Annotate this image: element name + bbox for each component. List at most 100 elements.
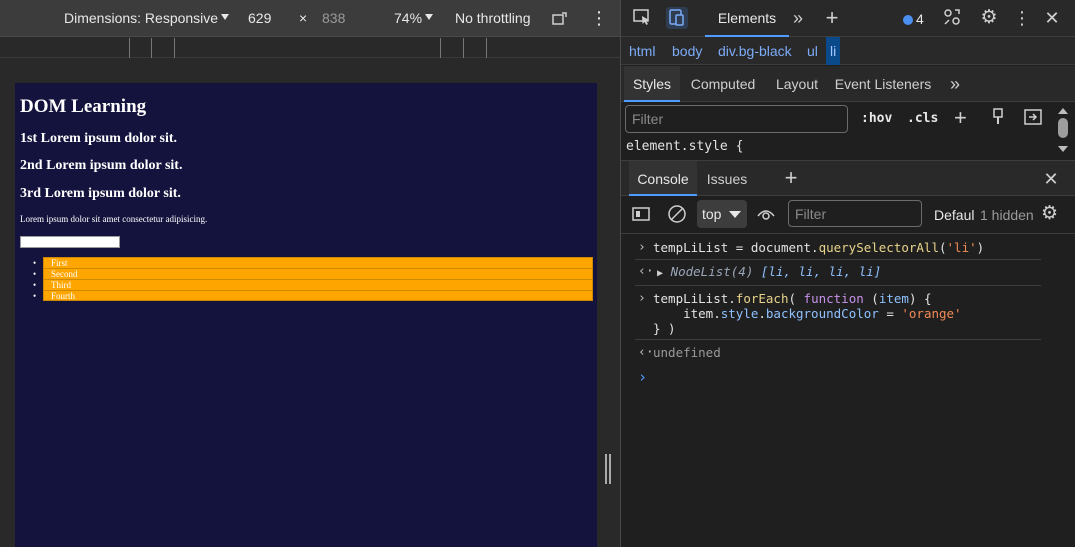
zoom-label: 74% (394, 10, 423, 26)
sidebar-toggle-icon[interactable] (632, 206, 650, 225)
eye-icon[interactable] (756, 206, 776, 225)
close-drawer-icon[interactable]: ✕ (1039, 161, 1063, 196)
list-item: Second (33, 268, 593, 279)
chevron-down-icon (425, 14, 434, 20)
tab-event-listeners[interactable]: Event Listeners (833, 66, 933, 102)
clear-console-icon[interactable] (667, 204, 687, 227)
gear-icon[interactable]: ⚙ (1041, 202, 1058, 225)
inspect-element-icon[interactable] (631, 7, 653, 29)
breadcrumb-ul[interactable]: ul (803, 37, 822, 65)
dimensions-dropdown[interactable]: Dimensions: Responsive (64, 0, 230, 37)
tab-styles[interactable]: Styles (624, 66, 680, 102)
console-prompt-icon[interactable]: › (638, 368, 647, 386)
heading-3: 3rd Lorem ipsum dolor sit. (20, 186, 181, 201)
more-options-icon[interactable]: ⋮ (590, 0, 608, 37)
device-toolbar: Dimensions: Responsive 629 × 838 74% No … (0, 0, 620, 37)
issues-badge[interactable]: 4 (903, 11, 924, 27)
console-input-line[interactable]: item.style.backgroundColor = 'orange' (653, 306, 962, 321)
console-output-line[interactable]: ▶ NodeList(4) [li, li, li, li] (657, 264, 881, 279)
close-icon[interactable]: ✕ (1041, 7, 1063, 29)
throttling-dropdown[interactable]: No throttling (455, 0, 530, 37)
heading-1: 1st Lorem ipsum dolor sit. (20, 131, 177, 146)
list-item: First (33, 257, 593, 268)
console-input-line[interactable]: tempLiList.forEach( function (item) { (653, 291, 932, 306)
gear-icon[interactable]: ⚙ (978, 7, 1000, 29)
ruler-tick (440, 38, 441, 58)
expand-triangle-icon[interactable]: ▶ (657, 268, 663, 279)
context-label: top (702, 206, 722, 222)
breadcrumb-li[interactable]: li (826, 37, 841, 65)
height-input[interactable]: 838 (322, 0, 345, 37)
context-select[interactable]: top (697, 200, 747, 228)
more-tabs-icon[interactable]: » (943, 66, 967, 102)
hov-toggle[interactable]: :hov (861, 111, 892, 126)
tab-console[interactable]: Console (629, 161, 697, 196)
list-item: Fourth (33, 290, 593, 301)
issues-count: 4 (916, 11, 924, 27)
console-filter-input[interactable]: Filter (788, 200, 922, 227)
breadcrumb-body[interactable]: body (668, 37, 706, 65)
console-output: › tempLiList = document.querySelectorAll… (621, 235, 1075, 547)
tab-computed[interactable]: Computed (685, 66, 761, 102)
drawer-tabbar: Console Issues + ✕ (621, 160, 1075, 196)
ruler-tick (486, 38, 487, 58)
divider (635, 339, 1041, 340)
input-prompt-icon: › (638, 291, 646, 306)
heading-2: 2nd Lorem ipsum dolor sit. (20, 158, 183, 173)
console-input-line[interactable]: } ) (653, 321, 676, 336)
ruler-tick (174, 38, 175, 58)
input-prompt-icon: › (638, 240, 646, 255)
device-emulation-pane: Dimensions: Responsive 629 × 838 74% No … (0, 0, 620, 547)
chevron-down-icon (729, 211, 741, 218)
divider (635, 285, 1041, 286)
cls-toggle[interactable]: .cls (907, 111, 938, 126)
page-paragraph: Lorem ipsum dolor sit amet consectetur a… (20, 214, 208, 224)
breadcrumb: html body div.bg-black ul li (621, 37, 1075, 65)
message-icon (903, 15, 913, 25)
dimensions-label: Dimensions: Responsive (64, 10, 219, 26)
console-output-line: undefined (653, 345, 721, 360)
styles-filter-row: Filter :hov .cls + (621, 103, 1075, 136)
width-input[interactable]: 629 (248, 0, 271, 37)
page-title: DOM Learning (20, 96, 147, 117)
styles-scrollbar[interactable] (1056, 106, 1070, 158)
resize-handle[interactable] (605, 454, 611, 484)
zoom-dropdown[interactable]: 74% (394, 0, 434, 37)
times-icon: × (299, 10, 308, 26)
styles-filter-input[interactable]: Filter (625, 105, 848, 133)
page-text-input[interactable] (20, 236, 120, 248)
ruler-tick (463, 38, 464, 58)
tab-issues[interactable]: Issues (703, 161, 751, 196)
chevron-down-icon (221, 14, 230, 20)
sidebar-toggle-icon[interactable] (1024, 109, 1042, 128)
styles-tabbar: Styles Computed Layout Event Listeners » (621, 66, 1075, 102)
element-style-rule[interactable]: element.style { (626, 139, 743, 154)
tab-elements[interactable]: Elements (705, 0, 789, 37)
more-options-icon[interactable]: ⋮ (1011, 7, 1033, 29)
list-item: Third (33, 279, 593, 290)
ruler-tick (151, 38, 152, 58)
breadcrumb-html[interactable]: html (625, 37, 659, 65)
customize-icon[interactable] (941, 7, 963, 29)
rotate-icon[interactable] (551, 0, 569, 37)
console-toolbar: top Filter Defaul 1 hidden ⚙ (621, 197, 1075, 234)
output-arrow-icon: ‹· (638, 345, 654, 360)
log-levels-dropdown[interactable]: Defaul (934, 207, 974, 223)
more-tabs-icon[interactable]: » (787, 7, 809, 29)
add-tab-icon[interactable]: + (779, 161, 803, 196)
add-tab-icon[interactable]: + (821, 7, 843, 29)
ruler-tick (129, 38, 130, 58)
divider (635, 259, 1041, 260)
page-viewport: DOM Learning 1st Lorem ipsum dolor sit. … (15, 83, 597, 547)
new-style-rule-icon[interactable]: + (954, 105, 967, 131)
output-arrow-icon: ‹· (638, 264, 654, 279)
devtools-panel: Elements » + 4 ⚙ ⋮ ✕ html body div.bg-bl… (620, 0, 1075, 547)
media-query-ruler (0, 38, 620, 58)
console-input-line[interactable]: tempLiList = document.querySelectorAll('… (653, 240, 984, 255)
page-list: First Second Third Fourth (33, 257, 593, 301)
paint-brush-icon[interactable] (991, 108, 1005, 129)
hidden-count: 1 hidden (980, 207, 1034, 223)
breadcrumb-div[interactable]: div.bg-black (714, 37, 796, 65)
device-toggle-icon[interactable] (666, 7, 688, 29)
tab-layout[interactable]: Layout (771, 66, 823, 102)
